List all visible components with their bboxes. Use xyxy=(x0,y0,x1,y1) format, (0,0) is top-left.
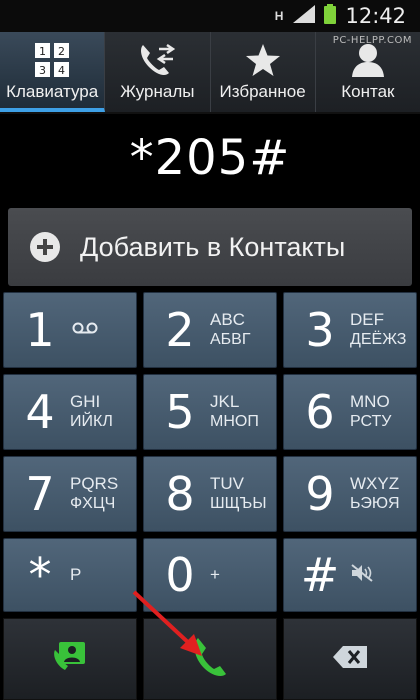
battery-icon xyxy=(323,3,337,29)
key-letters: GHI ИЙКЛ xyxy=(70,392,113,430)
key-letters: MNO РСТУ xyxy=(350,392,392,430)
voicemail-icon xyxy=(72,321,98,339)
key-digit: * xyxy=(28,548,52,602)
key-8[interactable]: 8 TUV ШЩЪЫ xyxy=(143,456,277,532)
key-5[interactable]: 5 JKL МНОП xyxy=(143,374,277,450)
tab-label: Журналы xyxy=(120,82,195,101)
key-digit: 4 xyxy=(25,385,55,439)
clock: 12:42 xyxy=(345,4,406,28)
key-0[interactable]: 0 + xyxy=(143,538,277,612)
key-1[interactable]: 1 xyxy=(3,292,137,368)
key-digit: 2 xyxy=(165,303,195,357)
contact-person-icon xyxy=(351,42,385,78)
mute-icon xyxy=(350,563,374,588)
key-star[interactable]: * P xyxy=(3,538,137,612)
svg-text:3: 3 xyxy=(39,64,46,77)
signal-icon xyxy=(293,4,316,28)
key-digit: 8 xyxy=(165,467,195,521)
tab-label: Контак xyxy=(341,82,395,101)
call-log-icon xyxy=(139,42,176,78)
watermark: PC-HELPP.COM xyxy=(332,35,412,46)
key-digit: 9 xyxy=(305,467,335,521)
backspace-button[interactable] xyxy=(283,618,417,700)
key-6[interactable]: 6 MNO РСТУ xyxy=(283,374,417,450)
tab-keypad[interactable]: 1 2 3 4 Клавиатура xyxy=(0,32,106,112)
key-9[interactable]: 9 WXYZ ЬЭЮЯ xyxy=(283,456,417,532)
key-letters: + xyxy=(210,565,220,584)
add-to-contacts-label: Добавить в Контакты xyxy=(80,231,346,262)
key-digit: 0 xyxy=(165,548,195,602)
tab-label: Клавиатура xyxy=(6,82,99,101)
key-letters: ABC АБВГ xyxy=(210,310,251,348)
key-letters: DEF ДЕЁЖЗ xyxy=(350,310,407,348)
tab-label: Избранное xyxy=(219,82,306,101)
key-3[interactable]: 3 DEF ДЕЁЖЗ xyxy=(283,292,417,368)
tab-favorites[interactable]: Избранное xyxy=(211,32,316,112)
add-to-contacts-button[interactable]: Добавить в Контакты xyxy=(8,208,412,286)
svg-text:1: 1 xyxy=(39,45,46,58)
key-digit: # xyxy=(300,548,340,602)
key-letters: JKL МНОП xyxy=(210,392,259,430)
key-digit: 7 xyxy=(25,467,55,521)
svg-text:2: 2 xyxy=(58,45,65,58)
backspace-icon xyxy=(333,645,367,673)
dialer-actions xyxy=(3,618,417,700)
phone-icon xyxy=(192,636,228,683)
key-2[interactable]: 2 ABC АБВГ xyxy=(143,292,277,368)
key-letters: P xyxy=(70,565,82,584)
key-7[interactable]: 7 PQRS ФХЦЧ xyxy=(3,456,137,532)
call-button[interactable] xyxy=(143,618,277,700)
contact-card-icon xyxy=(53,641,87,677)
key-4[interactable]: 4 GHI ИЙКЛ xyxy=(3,374,137,450)
key-digit: 3 xyxy=(305,303,335,357)
key-digit: 1 xyxy=(25,303,55,357)
key-hash[interactable]: # xyxy=(283,538,417,612)
plus-icon xyxy=(30,232,60,262)
key-letters: WXYZ ЬЭЮЯ xyxy=(350,474,400,512)
tab-logs[interactable]: Журналы xyxy=(105,32,211,112)
key-letters: TUV ШЩЪЫ xyxy=(210,474,267,512)
keypad-icon: 1 2 3 4 xyxy=(35,42,70,78)
key-digit: 6 xyxy=(305,385,335,439)
network-type-label: H xyxy=(274,9,284,23)
svg-text:4: 4 xyxy=(58,64,65,77)
status-bar: H 12:42 xyxy=(0,0,420,32)
key-digit: 5 xyxy=(165,385,195,439)
star-icon xyxy=(245,42,281,78)
key-letters: PQRS ФХЦЧ xyxy=(70,474,119,512)
dialed-number: *205# xyxy=(129,130,291,186)
video-call-button[interactable] xyxy=(3,618,137,700)
